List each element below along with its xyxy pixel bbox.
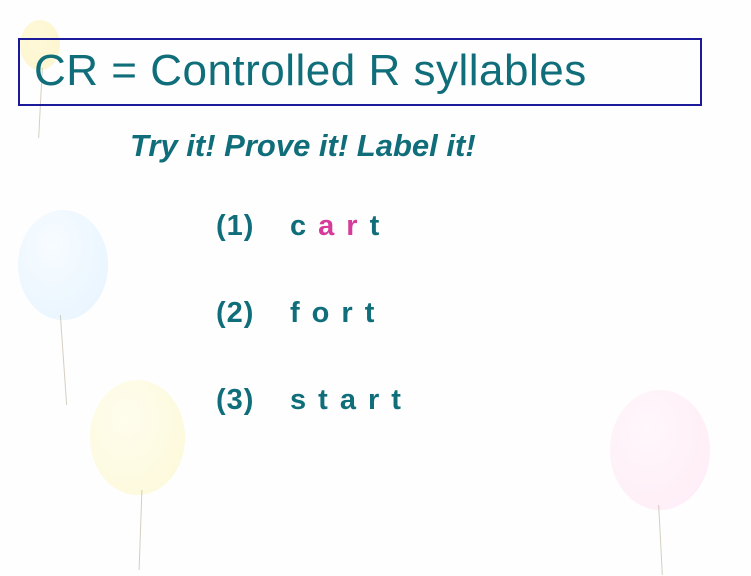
word-letters: start <box>290 384 413 416</box>
letter: s <box>290 384 318 416</box>
word-row: (3)start <box>216 384 751 417</box>
item-number: (2) <box>216 297 290 330</box>
letter: r <box>368 384 391 416</box>
title-box: CR = Controlled R syllables <box>18 38 702 106</box>
word-letters: fort <box>290 297 386 329</box>
letter: a <box>340 384 368 416</box>
letter: t <box>370 210 392 242</box>
slide-title: CR = Controlled R syllables <box>34 46 587 95</box>
letter: a <box>318 210 346 242</box>
word-row: (2)fort <box>216 297 751 330</box>
word-letters: cart <box>290 210 391 242</box>
letter: t <box>318 384 340 416</box>
letter: t <box>391 384 413 416</box>
letter: c <box>290 210 318 242</box>
word-row: (1)cart <box>216 210 751 243</box>
slide-content: CR = Controlled R syllables Try it! Prov… <box>0 0 751 417</box>
item-number: (1) <box>216 210 290 243</box>
letter: f <box>290 297 312 329</box>
item-number: (3) <box>216 384 290 417</box>
slide-subtitle: Try it! Prove it! Label it! <box>130 128 751 164</box>
letter: t <box>365 297 387 329</box>
letter: r <box>346 210 369 242</box>
balloon-string <box>658 505 663 575</box>
balloon-string <box>139 490 143 570</box>
letter: r <box>341 297 364 329</box>
word-list: (1)cart(2)fort(3)start <box>0 210 751 417</box>
letter: o <box>312 297 342 329</box>
